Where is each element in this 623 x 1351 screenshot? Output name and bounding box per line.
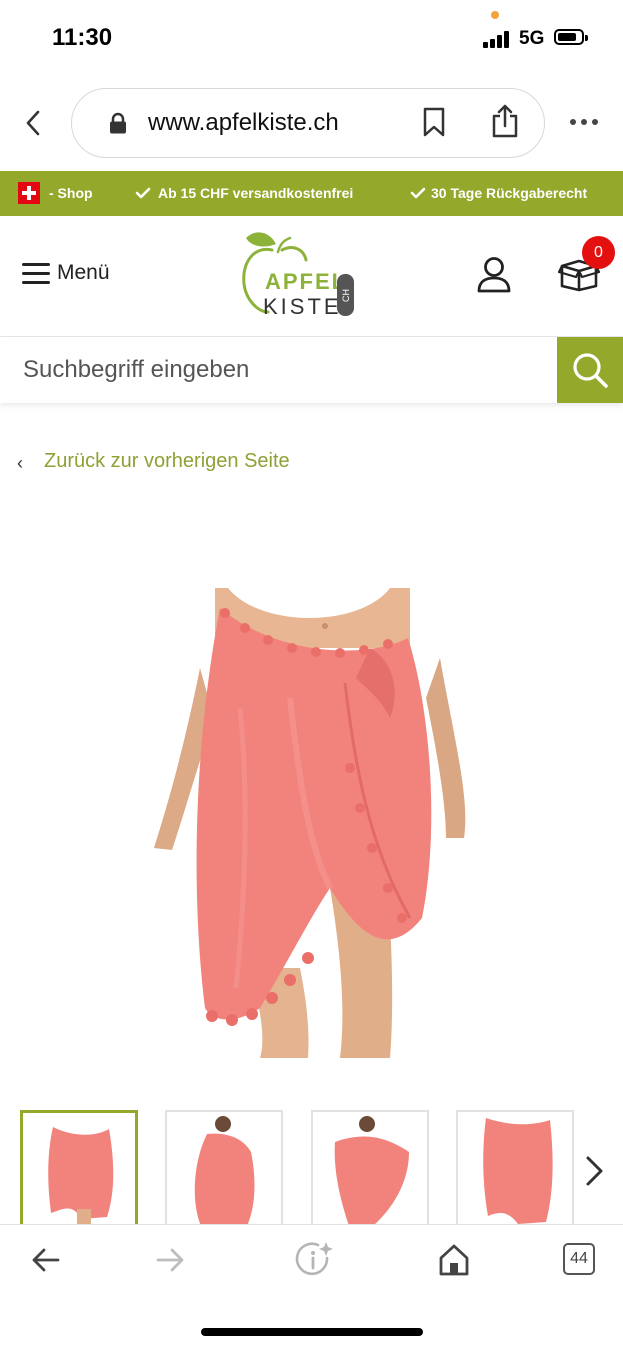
search-icon: [573, 353, 608, 388]
lock-icon: [108, 112, 128, 134]
more-icon[interactable]: [568, 115, 600, 127]
check-icon: [410, 187, 426, 199]
menu-label: Menü: [57, 261, 110, 284]
thumbnail-1[interactable]: [20, 1110, 138, 1228]
search-button[interactable]: [557, 337, 623, 403]
search-input[interactable]: [0, 337, 557, 403]
chevron-right-icon[interactable]: [582, 1152, 608, 1190]
tabs-icon[interactable]: 44: [563, 1243, 595, 1275]
share-icon[interactable]: [490, 103, 520, 139]
battery-icon: [554, 29, 588, 45]
arrow-right-icon: [154, 1244, 186, 1276]
bookmark-icon[interactable]: [422, 106, 446, 138]
thumbnail-3[interactable]: [311, 1110, 429, 1228]
menu-button[interactable]: Menü: [22, 260, 122, 290]
logo-line2: KISTE: [263, 294, 342, 318]
back-chevron-icon[interactable]: ‹: [17, 453, 23, 474]
thumbnail-2[interactable]: [165, 1110, 283, 1228]
product-image[interactable]: [140, 588, 480, 1058]
signal-icon: [483, 30, 511, 48]
check-icon: [135, 187, 151, 199]
logo-line1: APFEL: [265, 269, 347, 294]
status-time: 11:30: [52, 24, 113, 51]
arrow-left-icon[interactable]: [30, 1244, 62, 1276]
browser-back-icon[interactable]: [20, 108, 48, 138]
swiss-flag-icon: [18, 182, 40, 204]
cart-count-badge: 0: [582, 236, 615, 269]
logo-tag: CH: [341, 289, 351, 302]
url-text[interactable]: www.apfelkiste.ch: [148, 109, 339, 137]
promo-free-shipping: Ab 15 CHF versandkostenfrei: [158, 185, 354, 201]
network-label: 5G: [519, 28, 545, 49]
promo-returns: 30 Tage Rückgaberecht: [431, 185, 588, 201]
promo-shop: - Shop: [49, 185, 93, 201]
back-link[interactable]: Zurück zur vorherigen Seite: [44, 450, 290, 473]
home-icon[interactable]: [438, 1243, 470, 1277]
info-sparkle-icon[interactable]: [294, 1240, 336, 1280]
privacy-indicator-dot: [491, 11, 499, 19]
thumbnail-4[interactable]: [456, 1110, 574, 1228]
home-indicator: [201, 1328, 423, 1336]
cart-button[interactable]: 0: [558, 236, 618, 296]
user-icon[interactable]: [476, 256, 512, 294]
site-logo[interactable]: APFEL KISTE CH: [238, 226, 360, 319]
